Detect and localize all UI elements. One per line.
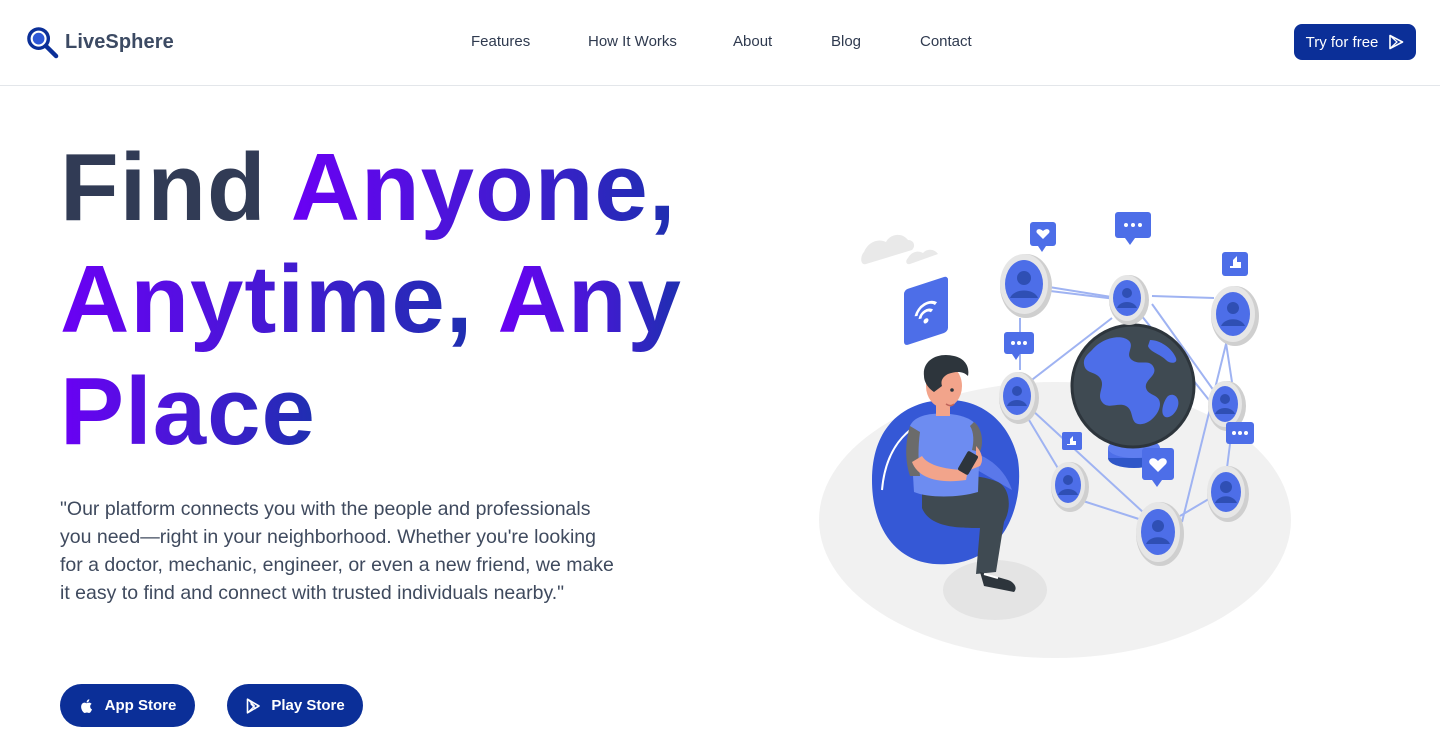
cloud-icon [861, 234, 938, 265]
hero-title-word-anyone: Anyone, [290, 134, 677, 241]
hero-title-word-find: Find [60, 134, 267, 241]
play-store-label: Play Store [271, 697, 345, 714]
hero-description: "Our platform connects you with the peop… [60, 498, 614, 604]
nav-link-how-it-works[interactable]: How It Works [588, 33, 677, 50]
navbar: LiveSphere Features How It Works About B… [0, 0, 1440, 86]
hero-title-word-anytime: Anytime, [60, 246, 474, 353]
nav-link-about[interactable]: About [733, 33, 772, 50]
wifi-icon [904, 276, 948, 345]
hero-illustration [819, 212, 1291, 658]
nav-link-contact[interactable]: Contact [920, 33, 972, 50]
app-store-label: App Store [104, 697, 177, 714]
try-for-free-button[interactable]: Try for free [1294, 24, 1416, 60]
nav-link-blog[interactable]: Blog [831, 33, 861, 50]
apple-icon [80, 698, 92, 713]
try-for-free-label: Try for free [1305, 33, 1379, 51]
hero-title: Find Anyone, Anytime, Any Place [60, 132, 740, 468]
play-store-button[interactable]: Play Store [227, 684, 363, 727]
play-store-icon [247, 697, 261, 714]
app-store-button[interactable]: App Store [60, 684, 195, 727]
nav-link-features[interactable]: Features [471, 33, 530, 50]
hero-title-word-any: Any [497, 246, 682, 353]
globe-icon [1070, 323, 1196, 449]
main-nav: Features How It Works About Blog Contact [0, 33, 1440, 53]
chat-bubble-icon [1115, 212, 1151, 245]
hero-title-word-place: Place [60, 358, 316, 465]
play-icon [1389, 34, 1404, 50]
